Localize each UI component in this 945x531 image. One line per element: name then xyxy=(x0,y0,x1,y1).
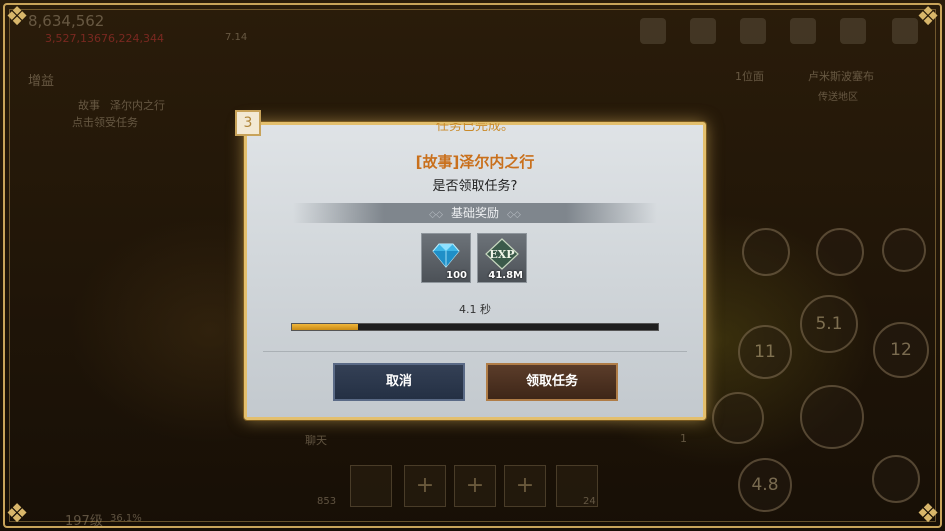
skill-button-2[interactable]: 11 xyxy=(738,325,792,379)
quest-tracker-tag: 故事 xyxy=(78,99,100,112)
menu-icon-5[interactable] xyxy=(840,18,866,44)
accept-quest-button[interactable]: 领取任务 xyxy=(486,363,618,401)
skill-button-5[interactable] xyxy=(742,228,790,276)
quest-accept-dialog: 任务已完成。 [故事]泽尔内之行 是否领取任务? ◇◇ 基础奖励 ◇◇ 100 EX… xyxy=(244,122,706,420)
skill-button-1[interactable]: 5.1 xyxy=(800,295,858,353)
level-progress: 36.1% xyxy=(110,513,142,524)
buff-label[interactable]: 增益 xyxy=(28,70,54,89)
reward-qty: 100 xyxy=(446,270,467,281)
skill-button-6[interactable] xyxy=(816,228,864,276)
reward-item-diamond[interactable]: 100 xyxy=(421,233,471,283)
target-button[interactable] xyxy=(882,228,926,272)
menu-icon-4[interactable] xyxy=(790,18,816,44)
currency-display: 3,527,13676,224,344 xyxy=(45,32,164,45)
ornament-right-icon: ◇◇ xyxy=(507,210,521,220)
attack-button[interactable] xyxy=(800,385,864,449)
item-slot-1[interactable] xyxy=(350,465,392,507)
corner-ornament-icon: ❖ xyxy=(916,499,940,529)
menu-icon-2[interactable] xyxy=(690,18,716,44)
location-name: 卢米斯波塞布 xyxy=(808,70,874,83)
skill-button-3[interactable]: 12 xyxy=(873,322,929,378)
location-select[interactable]: 1位面 xyxy=(735,68,764,84)
auto-button[interactable] xyxy=(872,455,920,503)
reward-qty: 41.8M xyxy=(488,270,523,281)
reward-section-header: ◇◇ 基础奖励 ◇◇ xyxy=(293,203,657,223)
empty-slot-1[interactable]: + xyxy=(404,465,446,507)
divider xyxy=(263,351,687,352)
quest-title: [故事]泽尔内之行 xyxy=(415,153,535,171)
accept-question: 是否领取任务? xyxy=(432,179,518,194)
page-number: 1 xyxy=(680,432,687,445)
reward-section-label: 基础奖励 xyxy=(450,206,499,220)
diamond-icon xyxy=(432,243,460,268)
skill-button-4[interactable]: 4.8 xyxy=(738,458,792,512)
location-sub: 传送地区 xyxy=(818,92,858,103)
reward-item-exp[interactable]: EXP 41.8M xyxy=(477,233,527,283)
slot-count-2: 24 xyxy=(583,496,596,507)
cancel-button[interactable]: 取消 xyxy=(333,363,465,401)
combat-power: 8,634,562 xyxy=(28,12,105,30)
level-label: 197级 xyxy=(65,514,103,529)
menu-icon-1[interactable] xyxy=(640,18,666,44)
corner-ornament-icon: ❖ xyxy=(5,2,29,32)
empty-slot-2[interactable]: + xyxy=(454,465,496,507)
chat-button[interactable]: 聊天 xyxy=(305,432,327,448)
corner-ornament-icon: ❖ xyxy=(5,499,29,529)
quest-tracker-name[interactable]: 泽尔内之行 xyxy=(110,97,165,113)
countdown-timer: 4.1 秒 xyxy=(459,303,491,316)
exp-icon: EXP xyxy=(485,238,519,270)
small-value: 7.14 xyxy=(225,32,248,43)
potion-button[interactable] xyxy=(712,392,764,444)
countdown-progress-bar xyxy=(291,323,659,331)
ornament-left-icon: ◇◇ xyxy=(429,210,443,220)
corner-ornament-icon: ❖ xyxy=(916,2,940,32)
empty-slot-3[interactable]: + xyxy=(504,465,546,507)
countdown-progress-fill xyxy=(292,324,358,330)
step-badge: 3 xyxy=(235,110,261,136)
slot-count-1: 853 xyxy=(317,496,337,507)
quest-tracker-hint[interactable]: 点击领受任务 xyxy=(72,114,138,130)
quest-complete-text: 任务已完成。 xyxy=(435,123,514,134)
exp-text: EXP xyxy=(489,248,514,261)
menu-icon-3[interactable] xyxy=(740,18,766,44)
